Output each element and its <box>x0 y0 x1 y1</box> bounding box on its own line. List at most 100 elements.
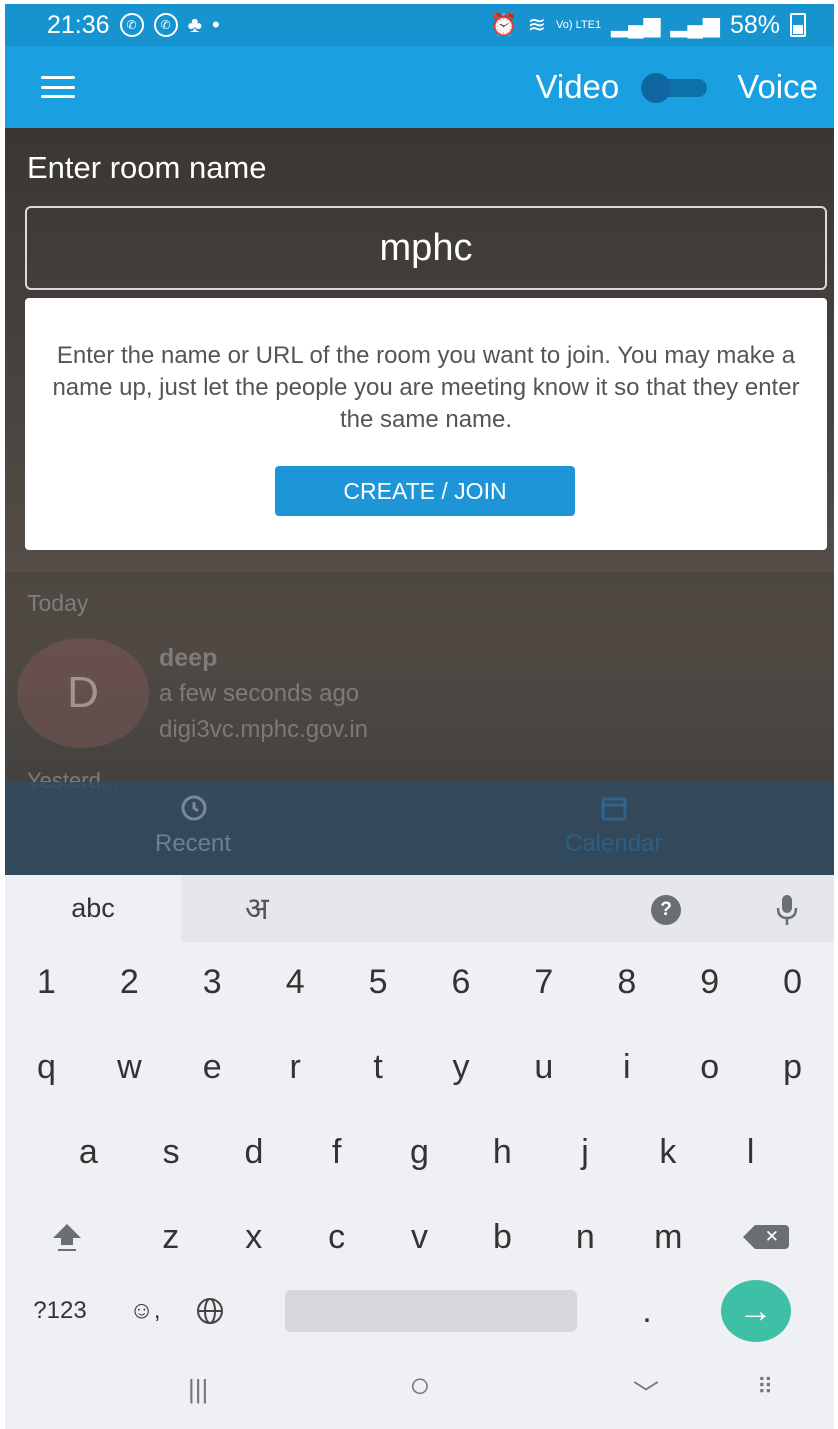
globe-icon <box>197 1298 223 1324</box>
microphone-icon[interactable] <box>775 893 799 927</box>
info-card: Enter the name or URL of the room you wa… <box>25 298 827 550</box>
whatsapp-icon: ✆ <box>119 13 144 37</box>
calendar-icon <box>601 797 627 821</box>
number-key[interactable]: 4 <box>254 942 337 1022</box>
battery-percent: 58% <box>729 10 780 39</box>
back-icon[interactable]: ﹀ <box>633 1374 659 1411</box>
letter-key[interactable]: g <box>378 1112 461 1192</box>
letter-key[interactable]: u <box>502 1027 585 1107</box>
wifi-icon: ≋ <box>527 12 547 37</box>
status-bar: 21:36 ✆ ✆ ♣ • ⏰ ≋ Vo) LTE1 ▂▄▆ ▂▄▆ 58% <box>5 4 834 46</box>
keyboard-bottom-row: ?123 ☺, . → <box>5 1271 834 1351</box>
status-right: ⏰ ≋ Vo) LTE1 ▂▄▆ ▂▄▆ 58% <box>490 11 806 40</box>
more-notifications-dot-icon: • <box>212 12 220 37</box>
number-row: 1234567890 <box>5 942 834 1022</box>
recent-item-url: digi3vc.mphc.gov.in <box>159 716 368 743</box>
number-key[interactable]: 1 <box>5 942 88 1022</box>
toggle-knob <box>641 73 672 103</box>
app-bar: Video Voice <box>5 46 834 128</box>
letter-key[interactable]: y <box>420 1027 503 1107</box>
number-key[interactable]: 9 <box>668 942 751 1022</box>
video-label: Video <box>535 68 620 105</box>
emoji-comma-key[interactable]: ☺, <box>115 1271 175 1351</box>
enter-key-wrap: → <box>677 1280 834 1342</box>
letter-key[interactable]: b <box>461 1197 544 1277</box>
letter-key[interactable]: w <box>88 1027 171 1107</box>
number-key[interactable]: 7 <box>502 942 585 1022</box>
letter-key[interactable]: i <box>585 1027 668 1107</box>
keyboard: abc अ ? 1234567890 qwertyuiop asdfghjkl … <box>5 875 834 1350</box>
letter-key[interactable]: x <box>212 1197 295 1277</box>
number-key[interactable]: 0 <box>751 942 834 1022</box>
letter-row-a: asdfghjkl <box>5 1112 834 1192</box>
recent-apps-icon[interactable]: ||| <box>188 1374 208 1405</box>
letter-key[interactable]: o <box>668 1027 751 1107</box>
nav-recent-label: Recent <box>155 830 232 857</box>
recent-item-time: a few seconds ago <box>159 680 360 707</box>
number-key[interactable]: 6 <box>420 942 503 1022</box>
signal-icon: ▂▄▆ <box>611 12 661 37</box>
room-name-input[interactable] <box>25 206 827 290</box>
create-join-button[interactable]: CREATE / JOIN <box>275 466 575 516</box>
enter-key[interactable]: → <box>720 1280 791 1342</box>
letter-key[interactable]: v <box>378 1197 461 1277</box>
backspace-key[interactable]: ✕ <box>710 1197 834 1277</box>
signal-2-icon: ▂▄▆ <box>670 12 720 37</box>
home-icon[interactable]: ○ <box>409 1364 431 1406</box>
history-icon <box>181 795 207 821</box>
avatar[interactable]: D <box>17 638 149 748</box>
keyboard-hide-icon[interactable]: ⠿ <box>757 1374 773 1400</box>
letter-key[interactable]: f <box>295 1112 378 1192</box>
number-key[interactable]: 5 <box>337 942 420 1022</box>
letter-key[interactable]: e <box>171 1027 254 1107</box>
letter-key[interactable]: m <box>627 1197 710 1277</box>
menu-icon[interactable] <box>41 76 75 98</box>
keyboard-toolbar: abc अ ? <box>5 875 834 942</box>
battery-icon <box>790 13 806 37</box>
letter-key[interactable]: r <box>254 1027 337 1107</box>
room-name-label: Enter room name <box>27 150 267 185</box>
letter-key[interactable]: s <box>130 1112 213 1192</box>
voice-label: Voice <box>737 68 818 105</box>
help-icon[interactable]: ? <box>651 895 681 925</box>
letter-key[interactable]: a <box>47 1112 130 1192</box>
keyboard-tab-abc[interactable]: abc <box>5 875 181 942</box>
system-navigation-bar: ||| ○ ﹀ ⠿ <box>5 1350 834 1429</box>
keyboard-tab-hindi[interactable]: अ <box>245 887 269 929</box>
video-voice-toggle[interactable] <box>641 73 708 103</box>
letter-key[interactable]: c <box>295 1197 378 1277</box>
shift-key[interactable] <box>5 1197 129 1277</box>
recent-item-name[interactable]: deep <box>159 644 217 673</box>
period-key[interactable]: . <box>617 1271 677 1351</box>
number-key[interactable]: 2 <box>88 942 171 1022</box>
letter-key[interactable]: d <box>213 1112 296 1192</box>
nav-recent[interactable]: Recent <box>155 792 231 858</box>
shift-icon <box>53 1224 82 1251</box>
symbols-key[interactable]: ?123 <box>5 1271 115 1351</box>
letter-key[interactable]: q <box>5 1027 88 1107</box>
language-key[interactable] <box>175 1271 245 1351</box>
number-key[interactable]: 3 <box>171 942 254 1022</box>
letter-key[interactable]: p <box>751 1027 834 1107</box>
status-time: 21:36 <box>47 10 110 39</box>
backspace-icon: ✕ <box>742 1225 789 1249</box>
network-type: Vo) LTE1 <box>556 19 602 31</box>
letter-key[interactable]: n <box>544 1197 627 1277</box>
today-section-label: Today <box>27 590 89 616</box>
letter-key[interactable]: l <box>709 1112 792 1192</box>
letter-key[interactable]: z <box>129 1197 212 1277</box>
info-text: Enter the name or URL of the room you wa… <box>52 342 800 433</box>
letter-key[interactable]: t <box>337 1027 420 1107</box>
space-key[interactable] <box>285 1290 577 1332</box>
number-key[interactable]: 8 <box>585 942 668 1022</box>
nav-calendar[interactable]: Calendar <box>565 792 662 858</box>
alarm-icon: ⏰ <box>490 12 518 37</box>
nav-calendar-label: Calendar <box>565 830 663 857</box>
letter-key[interactable]: j <box>544 1112 627 1192</box>
status-left: 21:36 ✆ ✆ ♣ • <box>47 11 220 40</box>
letter-row-q: qwertyuiop <box>5 1027 834 1107</box>
letter-key[interactable]: h <box>461 1112 544 1192</box>
whatsapp-business-icon: ✆ <box>153 13 178 37</box>
notification-icon: ♣ <box>187 12 202 37</box>
letter-key[interactable]: k <box>626 1112 709 1192</box>
